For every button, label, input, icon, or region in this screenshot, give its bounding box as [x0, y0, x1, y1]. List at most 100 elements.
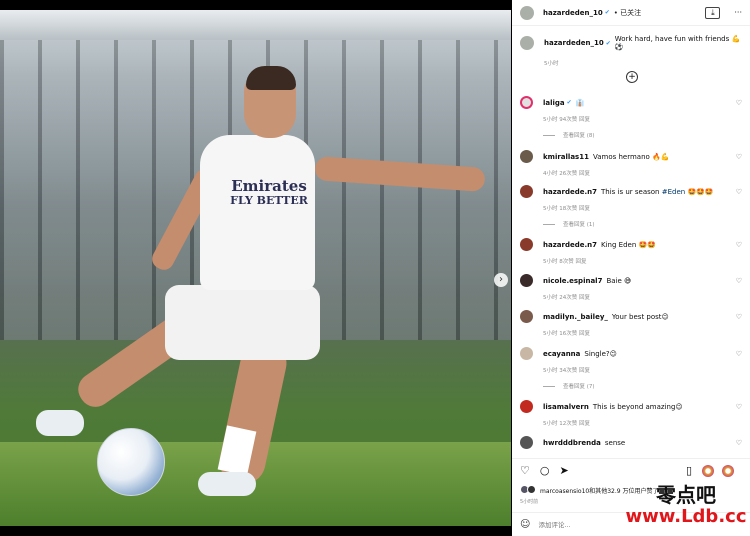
heart-icon[interactable]: ♡ — [736, 350, 742, 358]
avatar[interactable] — [520, 436, 533, 449]
comment-username[interactable]: kmirallas11 — [543, 153, 589, 161]
comment-list: laliga ✔ 👔 ♡ 5小时 94次赞 回复 查看回复 (8) kmiral… — [512, 94, 750, 454]
load-more-comments-icon[interactable]: + — [626, 71, 638, 83]
download-icon[interactable]: ⤓ — [705, 6, 721, 19]
verified-icon: ✔ — [605, 39, 611, 47]
avatar[interactable] — [520, 310, 533, 323]
player-right-boot — [198, 472, 256, 496]
comment-text-part: 🤩🤩🤩 — [685, 187, 714, 196]
background-roof — [0, 10, 511, 40]
comment-username[interactable]: hazardede.n7 — [543, 241, 597, 249]
list-item: nicole.espinal7 Baie 😅 ♡ 5小时 24次赞 回复 — [520, 274, 746, 301]
comment-meta: 5小时 16次赞 回复 — [543, 331, 590, 337]
jersey-line1: Emirates — [231, 177, 307, 195]
player-shorts — [165, 285, 320, 360]
comment-username[interactable]: nicole.espinal7 — [543, 277, 602, 285]
story-icon[interactable] — [702, 464, 714, 477]
list-item: hwrdddbrenda sense ♡ — [520, 436, 746, 449]
verified-icon: ✔ — [566, 99, 572, 106]
list-item: ecayanna Single?😉 ♡ 5小时 34次赞 回复 查看回复 (7) — [520, 347, 746, 390]
heart-icon[interactable]: ♡ — [736, 241, 742, 249]
heart-icon[interactable]: ♡ — [736, 403, 742, 411]
player-hair — [246, 66, 296, 90]
heart-icon[interactable]: ♡ — [736, 188, 742, 196]
comment-text: Vamos hermano 🔥💪 — [592, 152, 670, 161]
football — [97, 428, 165, 496]
caption-time: 5小时 — [544, 61, 559, 67]
avatar[interactable] — [520, 185, 533, 198]
heart-icon[interactable]: ♡ — [736, 99, 742, 107]
comment-username[interactable]: lisamalvern — [543, 403, 589, 411]
list-item: hazardede.n7 This is ur season #Eden 🤩🤩🤩… — [520, 185, 746, 228]
post-time: 5小时前 — [520, 499, 539, 505]
comment-meta: 5小时 12次赞 回复 — [543, 421, 590, 427]
hashtag-link[interactable]: #Eden — [662, 188, 685, 196]
player-left-boot — [36, 410, 84, 436]
avatar[interactable] — [520, 274, 533, 287]
watermark-cn: 零点吧 — [656, 483, 716, 507]
comment-meta: 5小时 8次赞 回复 — [543, 259, 587, 265]
comment-meta: 4小时 26次赞 回复 — [543, 171, 590, 177]
instagram-icon[interactable] — [722, 464, 734, 477]
comment-meta: 5小时 18次赞 回复 — [543, 206, 590, 212]
comment-text: Baie 😅 — [606, 276, 632, 285]
list-item: lisamalvern This is beyond amazing😉 ♡ 5小… — [520, 400, 746, 427]
comment-username[interactable]: laliga — [543, 99, 565, 107]
comment-username[interactable]: hwrdddbrenda — [543, 439, 601, 447]
post-username[interactable]: hazardeden_10 — [543, 9, 603, 17]
comment-username[interactable]: madilyn._bailey_ — [543, 313, 608, 321]
like-icon[interactable]: ♡ — [520, 464, 530, 477]
post-actions: ♡ ○ ➤ ▯ — [512, 458, 750, 482]
watermark: 零点吧 www.Ldb.cc — [622, 484, 750, 528]
comment-text: sense — [604, 438, 626, 447]
follow-status[interactable]: • 已关注 — [614, 8, 641, 18]
list-item: laliga ✔ 👔 ♡ 5小时 94次赞 回复 查看回复 (8) — [520, 96, 746, 139]
comment-username[interactable]: ecayanna — [543, 350, 580, 358]
more-options-icon[interactable]: ··· — [734, 8, 742, 17]
list-item: madilyn._bailey_ Your best post😉 ♡ 5小时 1… — [520, 310, 746, 337]
avatar[interactable] — [520, 36, 534, 50]
heart-icon[interactable]: ♡ — [736, 439, 742, 447]
emoji-icon[interactable]: ☺ — [520, 519, 530, 530]
comment-text: King Eden 🤩🤩 — [601, 240, 656, 249]
comment-meta: 5小时 34次赞 回复 — [543, 368, 590, 374]
caption-username[interactable]: hazardeden_10 — [544, 39, 604, 47]
comment-text: This is ur season #Eden 🤩🤩🤩 — [601, 188, 714, 196]
avatar[interactable] — [520, 400, 533, 413]
comment-text: 👔 — [575, 98, 585, 107]
comment-meta: 5小时 24次赞 回复 — [543, 295, 590, 301]
caption-text: Work hard, have fun with friends 💪⚽ — [614, 35, 741, 51]
view-replies-link[interactable]: 查看回复 (8) — [543, 131, 746, 139]
comment-text: Your best post😉 — [611, 312, 669, 321]
post-photo: Emirates FLY BETTER › — [0, 10, 511, 526]
comment-meta: 5小时 94次赞 回复 — [543, 117, 590, 123]
avatar[interactable] — [520, 238, 533, 251]
bookmark-icon[interactable]: ▯ — [686, 464, 692, 477]
comment-username[interactable]: hazardede.n7 — [543, 188, 597, 196]
list-item: hazardede.n7 King Eden 🤩🤩 ♡ 5小时 8次赞 回复 — [520, 238, 746, 265]
verified-icon: ✔ — [604, 9, 610, 16]
avatar[interactable] — [520, 96, 533, 109]
avatar[interactable] — [520, 150, 533, 163]
avatar[interactable] — [520, 5, 534, 20]
post-sidebar: hazardeden_10 ✔ • 已关注 ⤓ ··· hazardeden_1… — [512, 0, 750, 536]
player-jersey — [200, 135, 315, 290]
jersey-sponsor: Emirates FLY BETTER — [224, 178, 314, 207]
heart-icon[interactable]: ♡ — [736, 313, 742, 321]
liker-avatars — [520, 485, 538, 495]
post-header: hazardeden_10 ✔ • 已关注 ⤓ ··· — [512, 0, 750, 26]
comment-icon[interactable]: ○ — [540, 464, 550, 477]
heart-icon[interactable]: ♡ — [736, 153, 742, 161]
comment-text-part: This is ur season — [601, 187, 662, 196]
heart-icon[interactable]: ♡ — [736, 277, 742, 285]
share-icon[interactable]: ➤ — [559, 464, 568, 477]
avatar[interactable] — [520, 347, 533, 360]
jersey-line2: FLY BETTER — [230, 194, 308, 207]
view-replies-link[interactable]: 查看回复 (7) — [543, 382, 746, 390]
view-replies-link[interactable]: 查看回复 (1) — [543, 220, 746, 228]
list-item: kmirallas11 Vamos hermano 🔥💪 ♡ 4小时 26次赞 … — [520, 150, 746, 177]
comment-text: Single?😉 — [584, 349, 617, 358]
watermark-url: www.Ldb.cc — [625, 506, 747, 527]
next-photo-button[interactable]: › — [494, 273, 508, 287]
comment-text: This is beyond amazing😉 — [592, 402, 683, 411]
